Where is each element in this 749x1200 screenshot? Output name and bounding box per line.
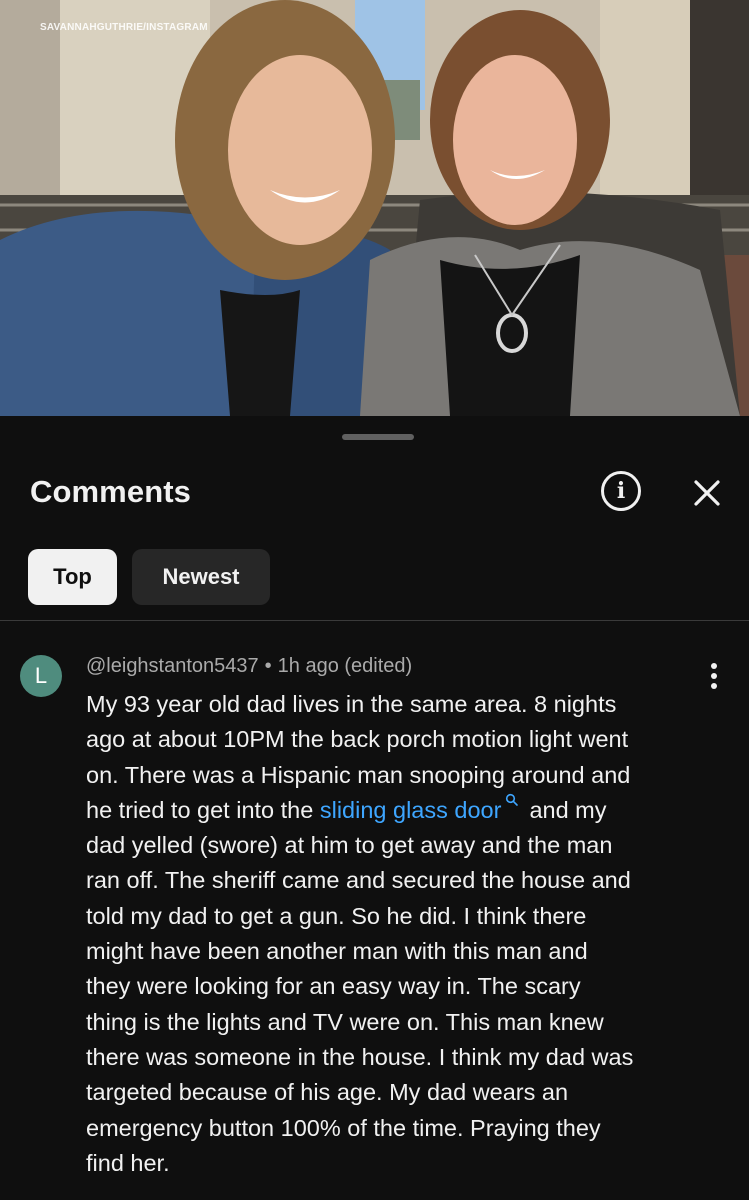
info-button[interactable]: i bbox=[601, 471, 641, 511]
comment-text-segment: he tried to get into the bbox=[86, 796, 314, 823]
avatar[interactable]: L bbox=[20, 655, 62, 697]
comment-text: My 93 year old dad lives in the same are… bbox=[86, 687, 726, 1181]
tab-newest[interactable]: Newest bbox=[132, 549, 270, 605]
comment-time: 1h ago (edited) bbox=[277, 655, 413, 677]
comment-line: ago at about 10PM the back porch motion … bbox=[86, 726, 629, 753]
sheet-title: Comments bbox=[30, 474, 191, 509]
comment-line: find her. bbox=[86, 1149, 170, 1176]
info-icon: i bbox=[616, 478, 626, 504]
more-dot bbox=[711, 673, 717, 679]
comment-line: on. There was a Hispanic man snooping ar… bbox=[86, 761, 631, 788]
meta-separator: • bbox=[264, 655, 272, 677]
comments-sheet: Comments i Top Newest L @leighstanton543… bbox=[0, 416, 749, 1200]
comment-line: targeted because of his age. My dad wear… bbox=[86, 1079, 569, 1106]
comment-line: thing is the lights and TV were on. This… bbox=[86, 1008, 604, 1035]
screen: SAVANNAHGUTHRIE/INSTAGRAM Comments i Top… bbox=[0, 0, 749, 1200]
comment-line: dad yelled (swore) at him to get away an… bbox=[86, 832, 613, 859]
close-icon bbox=[694, 480, 720, 506]
comment-line: emergency button 100% of the time. Prayi… bbox=[86, 1114, 601, 1141]
search-link[interactable]: sliding glass door bbox=[320, 797, 502, 823]
comment-line: ran off. The sheriff came and secured th… bbox=[86, 867, 631, 894]
divider bbox=[0, 620, 749, 621]
tab-top[interactable]: Top bbox=[28, 549, 117, 605]
comment-line: My 93 year old dad lives in the same are… bbox=[86, 691, 617, 717]
drag-handle[interactable] bbox=[342, 434, 414, 440]
comment-line: they were looking for an easy way in. Th… bbox=[86, 973, 581, 1000]
comment-text-segment: and my bbox=[529, 796, 607, 823]
post-photo: SAVANNAHGUTHRIE/INSTAGRAM bbox=[0, 0, 749, 416]
comment-author[interactable]: @leighstanton5437 bbox=[86, 655, 259, 677]
comment-line: might have been another man with this ma… bbox=[86, 938, 588, 965]
comment-meta: @leighstanton5437 • 1h ago (edited) bbox=[86, 655, 412, 678]
comment-line-with-link: he tried to get into the sliding glass d… bbox=[86, 793, 726, 828]
sort-tabs: Top Newest bbox=[28, 549, 270, 605]
close-button[interactable] bbox=[690, 476, 724, 510]
comment-line: told my dad to get a gun. So he did. I t… bbox=[86, 902, 587, 929]
more-dot bbox=[711, 663, 717, 669]
search-icon[interactable] bbox=[505, 793, 519, 807]
photo-watermark: SAVANNAHGUTHRIE/INSTAGRAM bbox=[40, 22, 208, 33]
comment-line: there was someone in the house. I think … bbox=[86, 1043, 634, 1070]
